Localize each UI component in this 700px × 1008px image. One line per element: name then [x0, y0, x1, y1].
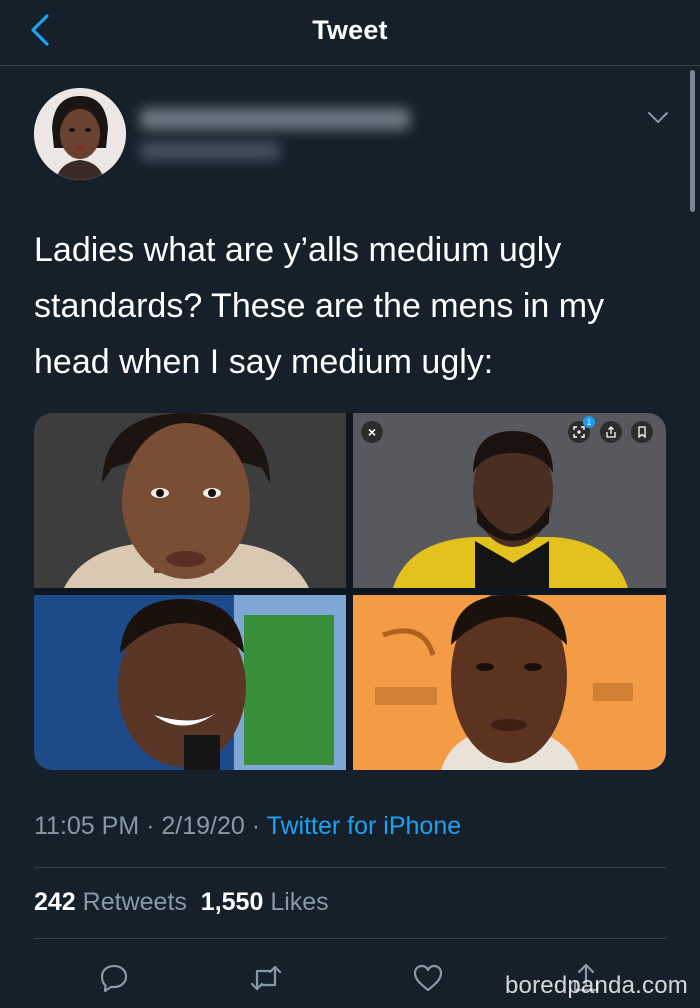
tweet-date: 2/19/20	[161, 812, 245, 840]
divider	[34, 938, 666, 939]
tweet-time: 11:05 PM	[34, 812, 140, 840]
tweet-photo-1[interactable]	[34, 413, 346, 588]
close-overlay-button[interactable]: ×	[361, 421, 383, 443]
tweet-photo-4[interactable]	[353, 595, 666, 770]
likes-count: 1,550	[200, 888, 264, 916]
meta-separator: ·	[251, 812, 261, 840]
page-title: Tweet	[312, 15, 388, 45]
reply-button[interactable]	[96, 960, 132, 996]
scan-icon	[573, 426, 585, 438]
more-options-button[interactable]	[642, 104, 674, 132]
retweets-count: 242	[34, 888, 76, 916]
retweet-icon	[250, 965, 282, 991]
retweets-label: Retweets	[82, 888, 187, 916]
chevron-down-icon	[648, 112, 668, 123]
like-button[interactable]	[410, 960, 446, 996]
share-overlay-button[interactable]	[600, 421, 622, 443]
retweet-button[interactable]	[248, 960, 284, 996]
overlay-badge: 1	[583, 416, 595, 428]
tweet-stats: 242 Retweets 1,550 Likes	[34, 888, 329, 917]
heart-icon	[413, 964, 443, 992]
reply-icon	[100, 964, 128, 993]
bookmark-icon	[638, 426, 646, 438]
share-icon	[606, 426, 616, 438]
bookmark-overlay-button[interactable]	[631, 421, 653, 443]
retweets-stat[interactable]: 242 Retweets	[34, 888, 187, 916]
author-name-redacted	[140, 108, 410, 130]
tweet-text: Ladies what are y’alls medium ugly stand…	[34, 231, 605, 381]
author-handle-redacted	[140, 142, 280, 160]
meta-separator: ·	[146, 812, 155, 840]
scrollbar[interactable]	[690, 70, 695, 212]
likes-stat[interactable]: 1,550 Likes	[201, 888, 329, 916]
media-grid: × 1	[34, 413, 666, 770]
avatar[interactable]	[34, 88, 126, 180]
watermark: boredpanda.com	[505, 972, 688, 999]
tweet-meta: 11:05 PM · 2/19/20 · Twitter for iPhone	[34, 812, 461, 841]
divider	[34, 867, 666, 868]
tweet-source-link[interactable]: Twitter for iPhone	[267, 812, 462, 840]
top-bar: Tweet	[0, 0, 700, 66]
tweet-photo-3[interactable]	[34, 595, 346, 770]
likes-label: Likes	[270, 888, 329, 916]
